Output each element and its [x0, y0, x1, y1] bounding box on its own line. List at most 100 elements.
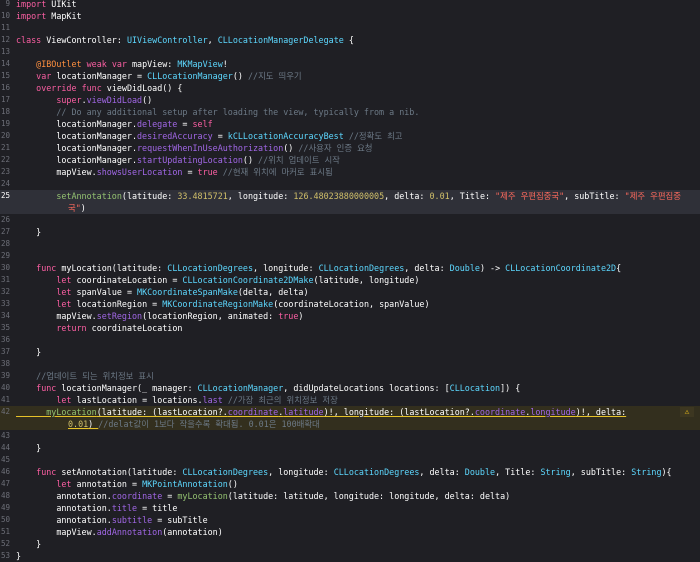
- code-line[interactable]: 9 import UIKit: [0, 0, 700, 10]
- code-line[interactable]: 45: [0, 454, 700, 466]
- code-line[interactable]: 12 class ViewController: UIViewController…: [0, 34, 700, 46]
- code-text: func setAnnotation(latitude: CLLocationD…: [16, 466, 672, 478]
- code-token: func: [36, 383, 57, 393]
- line-number: 11: [0, 23, 10, 32]
- code-line[interactable]: 51 mapView.addAnnotation(annotation): [0, 526, 700, 538]
- code-token: (locationRegion, animated:: [142, 311, 279, 321]
- code-token: //업데이트 되는 위치정보 표시: [36, 371, 154, 381]
- code-token: import: [16, 11, 47, 21]
- code-token: import: [16, 0, 47, 9]
- code-token: MKMapView: [177, 59, 223, 69]
- code-text: locationManager.desiredAccuracy = kCLLoc…: [16, 130, 402, 142]
- code-token: var: [111, 59, 127, 69]
- code-line[interactable]: 38: [0, 358, 700, 370]
- code-line[interactable]: 21 locationManager.requestWhenInUseAutho…: [0, 142, 700, 154]
- code-line[interactable]: 24: [0, 178, 700, 190]
- code-token: coordinate: [111, 491, 163, 501]
- code-line[interactable]: 49 annotation.title = title: [0, 502, 700, 514]
- code-token: ){: [661, 467, 672, 477]
- code-line[interactable]: 25 setAnnotation(latitude: 33.4815721, l…: [0, 190, 700, 202]
- code-token: MKCoordinateSpanMake: [137, 287, 238, 297]
- code-line[interactable]: 11: [0, 22, 700, 34]
- code-line[interactable]: 40 func locationManager(_ manager: CLLoc…: [0, 382, 700, 394]
- code-token: 국": [68, 203, 81, 213]
- code-token: CLLocationCoordinate2D: [505, 263, 617, 273]
- code-token: (latitude:: [121, 191, 178, 201]
- code-line[interactable]: 32 let spanValue = MKCoordinateSpanMake(…: [0, 286, 700, 298]
- code-line[interactable]: 50 annotation.subtitle = subTitle: [0, 514, 700, 526]
- code-line[interactable]: 23 mapView.showsUserLocation = true //현재…: [0, 166, 700, 178]
- code-token: =: [212, 131, 228, 141]
- code-token: , delta:: [404, 263, 450, 273]
- code-line[interactable]: 15 var locationManager = CLLocationManag…: [0, 70, 700, 82]
- line-number: 45: [0, 455, 10, 464]
- code-line[interactable]: 국"): [0, 202, 700, 214]
- code-token: "제주 우편집중: [624, 191, 681, 201]
- code-line[interactable]: 20 locationManager.desiredAccuracy = kCL…: [0, 130, 700, 142]
- code-line[interactable]: 17 super.viewDidLoad(): [0, 94, 700, 106]
- code-token: setAnnotation: [56, 191, 122, 201]
- code-line[interactable]: 44 }: [0, 442, 700, 454]
- code-line[interactable]: 31 let coordinateLocation = CLLocationCo…: [0, 274, 700, 286]
- code-line[interactable]: 46 func setAnnotation(latitude: CLLocati…: [0, 466, 700, 478]
- code-token: MapKit: [46, 11, 82, 21]
- code-token: last: [202, 395, 223, 405]
- code-token: delegate: [137, 119, 178, 129]
- code-line[interactable]: 34 mapView.setRegion(locationRegion, ani…: [0, 310, 700, 322]
- code-line[interactable]: 27 }: [0, 226, 700, 238]
- code-token: override: [36, 83, 77, 93]
- code-line[interactable]: 28: [0, 238, 700, 250]
- code-line[interactable]: 29: [0, 250, 700, 262]
- code-token: CLLocationDegrees: [333, 467, 420, 477]
- code-token: CLLocationManager: [147, 71, 233, 81]
- line-number: 43: [0, 431, 10, 440]
- code-token: = subTitle: [152, 515, 208, 525]
- code-line[interactable]: 10 import MapKit: [0, 10, 700, 22]
- code-line[interactable]: 14 @IBOutlet weak var mapView: MKMapView…: [0, 58, 700, 70]
- code-token: locationRegion =: [71, 299, 163, 309]
- code-token: CLLocationDegrees: [167, 263, 253, 273]
- code-line[interactable]: 48 annotation.coordinate = myLocation(la…: [0, 490, 700, 502]
- code-line[interactable]: 16 override func viewDidLoad() {: [0, 82, 700, 94]
- code-line[interactable]: 43: [0, 430, 700, 442]
- code-line[interactable]: 33 let locationRegion = MKCoordinateRegi…: [0, 298, 700, 310]
- code-line[interactable]: 0.01) //delat값이 1보다 작을수록 확대됨. 0.01은 100배…: [0, 418, 700, 430]
- code-token: , Title:: [495, 467, 541, 477]
- code-token: , subTitle:: [570, 467, 632, 477]
- code-token: (latitude, longitude): [313, 275, 420, 285]
- code-token: )!, delta:: [575, 407, 627, 417]
- line-number: 47: [0, 479, 10, 488]
- code-line[interactable]: 41 let lastLocation = locations.last //가…: [0, 394, 700, 406]
- code-line[interactable]: 52 }: [0, 538, 700, 550]
- code-text: import MapKit: [16, 10, 82, 22]
- code-token: 0.01: [68, 419, 89, 429]
- code-line[interactable]: 42 myLocation(latitude: (lastLocation?.c…: [0, 406, 700, 418]
- code-line[interactable]: 13: [0, 46, 700, 58]
- code-line[interactable]: 18 // Do any additional setup after load…: [0, 106, 700, 118]
- code-token: MKPointAnnotation: [142, 479, 228, 489]
- code-token: //지도 띄우기: [247, 71, 302, 81]
- code-token: //정확도 최고: [348, 131, 403, 141]
- code-line[interactable]: 30 func myLocation(latitude: CLLocationD…: [0, 262, 700, 274]
- code-line[interactable]: 47 let annotation = MKPointAnnotation(): [0, 478, 700, 490]
- code-line[interactable]: 26: [0, 214, 700, 226]
- code-token: (latitude: (lastLocation?.: [96, 407, 228, 417]
- code-text: //업데이트 되는 위치정보 표시: [16, 370, 154, 382]
- code-line[interactable]: 37 }: [0, 346, 700, 358]
- code-line[interactable]: 39 //업데이트 되는 위치정보 표시: [0, 370, 700, 382]
- line-number: 53: [0, 551, 10, 560]
- code-line[interactable]: 19 locationManager.delegate = self: [0, 118, 700, 130]
- code-line[interactable]: 36: [0, 334, 700, 346]
- code-line[interactable]: 53}: [0, 550, 700, 562]
- warning-triangle-icon[interactable]: ⚠: [680, 407, 694, 417]
- code-token: setAnnotation(latitude:: [56, 467, 183, 477]
- code-text: let lastLocation = locations.last //가장 최…: [16, 394, 337, 406]
- line-number: 15: [0, 71, 10, 80]
- code-line[interactable]: 35 return coordinateLocation: [0, 322, 700, 334]
- code-line[interactable]: 22 locationManager.startUpdatingLocation…: [0, 154, 700, 166]
- code-token: {: [616, 263, 622, 273]
- code-token: let: [56, 299, 72, 309]
- code-editor[interactable]: 9 import UIKit 10 import MapKit 11 12 class Vi…: [0, 0, 700, 561]
- code-token: = title: [137, 503, 178, 513]
